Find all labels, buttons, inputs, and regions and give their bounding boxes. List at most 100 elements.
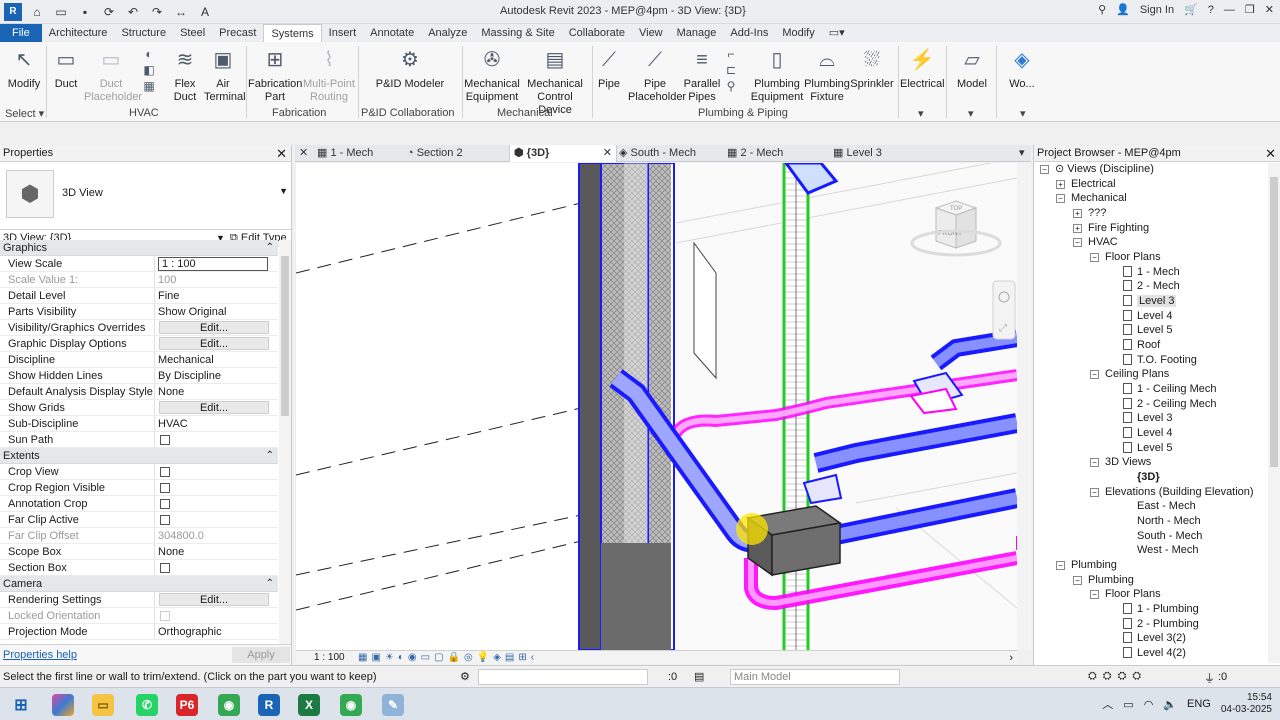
volume-icon[interactable]: 🔈 — [1163, 698, 1177, 711]
crop-icon[interactable]: ▭ — [421, 652, 430, 663]
highlight-icon[interactable]: ▤ — [505, 652, 514, 663]
group-camera[interactable]: Camera ⌃ — [0, 576, 278, 592]
tab-1-mech[interactable]: ▦ 1 - Mech — [317, 145, 373, 162]
visual-style-icon[interactable]: ▣ — [371, 652, 380, 663]
tree-views[interactable]: − ⊙ Views (Discipline) — [1040, 162, 1154, 177]
chrome-profile-icon[interactable]: ◉ — [340, 694, 362, 716]
detail-level-icon[interactable]: ▦ — [358, 652, 367, 663]
windows-start-icon[interactable]: ⊞ — [10, 694, 32, 716]
tree-ceiling-plans[interactable]: − Ceiling Plans — [1090, 367, 1169, 382]
tree-elevations[interactable]: − Elevations (Building Elevation) — [1090, 485, 1254, 500]
tree-view-item[interactable]: 1 - Plumbing — [1123, 602, 1199, 617]
sun-path-checkbox[interactable] — [160, 435, 170, 445]
prop-row[interactable]: Projection Mode Orthographic — [0, 624, 278, 640]
tree-view-item[interactable]: Level 5 — [1123, 441, 1172, 456]
tree-view-item[interactable]: Level 4 — [1123, 426, 1172, 441]
sync-icon[interactable]: ⟳ — [100, 3, 118, 21]
electrical-dropdown-icon[interactable]: ▾ — [918, 107, 924, 120]
tree-view-item-active[interactable]: {3D} — [1123, 470, 1160, 485]
tree-plumbing-floor-plans[interactable]: − Floor Plans — [1090, 587, 1161, 602]
browser-scrollbar[interactable] — [1268, 163, 1280, 663]
tree-3d-views[interactable]: −3D Views — [1090, 455, 1151, 470]
tab-structure[interactable]: Structure — [114, 24, 173, 42]
design-options-icon[interactable]: ▤ — [694, 670, 704, 683]
binoculars-icon[interactable]: ⚲ — [1098, 3, 1106, 16]
pipe-placeholder-button[interactable]: ⟋ Pipe Placeholder — [628, 46, 686, 104]
tab-3d[interactable]: ⬢ {3D} ✕ — [509, 145, 617, 162]
group-graphics[interactable]: Graphics ⌃ — [0, 240, 278, 256]
sprinkler-button[interactable]: ⛆ Sprinkler — [850, 46, 894, 91]
tree-view-item[interactable]: T.O. Footing — [1123, 353, 1197, 368]
ribbon-toggle-icon[interactable]: ▭▾ — [822, 24, 852, 42]
tab-manage[interactable]: Manage — [670, 24, 724, 42]
pid-modeler-button[interactable]: ⚙ P&ID Modeler — [370, 46, 450, 91]
tab-collaborate[interactable]: Collaborate — [562, 24, 632, 42]
tree-view-item[interactable]: Level 4 — [1123, 309, 1172, 324]
design-option-select[interactable]: Main Model — [730, 669, 900, 685]
crop-region-checkbox[interactable] — [160, 483, 170, 493]
tab-insert[interactable]: Insert — [322, 24, 364, 42]
tab-analyze[interactable]: Analyze — [421, 24, 474, 42]
tree-view-item[interactable]: North - Mech — [1123, 514, 1201, 529]
apply-button[interactable]: Apply — [232, 647, 290, 663]
prop-row[interactable]: Detail Level Fine — [0, 288, 278, 304]
p6-icon[interactable]: P6 — [176, 694, 198, 716]
crop-view-checkbox[interactable] — [160, 467, 170, 477]
prop-row[interactable]: Show Hidden Lines By Discipline — [0, 368, 278, 384]
type-selector[interactable]: ⬢ 3D View ▼ — [0, 162, 291, 230]
render-icon[interactable]: ◉ — [408, 652, 417, 663]
tree-view-item[interactable]: 1 - Mech — [1123, 265, 1180, 280]
model-button[interactable]: ▱ Model — [950, 46, 994, 91]
close-icon[interactable]: ✕ — [299, 145, 308, 162]
work-plane-button[interactable]: ◈ Wo... — [1000, 46, 1044, 91]
modify-button[interactable]: ↖ Modify — [4, 46, 44, 91]
sun-path-icon[interactable]: ☀ — [385, 652, 394, 663]
navigation-bar[interactable]: ⤢ — [992, 280, 1016, 340]
tree-view-item[interactable]: South - Mech — [1123, 529, 1202, 544]
canvas-scrollbar[interactable] — [1017, 163, 1031, 650]
annotation-crop-checkbox[interactable] — [160, 499, 170, 509]
copilot-icon[interactable] — [52, 694, 74, 716]
properties-scrollbar[interactable] — [279, 240, 291, 644]
tree-view-item[interactable]: East - Mech — [1123, 499, 1196, 514]
properties-help-link[interactable]: Properties help — [3, 649, 77, 661]
tab-add-ins[interactable]: Add-Ins — [723, 24, 775, 42]
far-clip-active-checkbox[interactable] — [160, 515, 170, 525]
graphic-display-edit-button[interactable]: Edit... — [159, 337, 269, 350]
view-scale-label[interactable]: 1 : 100 — [314, 652, 345, 663]
prop-row[interactable]: Sub-Discipline HVAC — [0, 416, 278, 432]
fabrication-part-button[interactable]: ⊞ Fabrication Part — [248, 46, 302, 104]
undo-icon[interactable]: ↶ — [124, 3, 142, 21]
open-icon[interactable]: ▭ — [52, 3, 70, 21]
group-extents[interactable]: Extents ⌃ — [0, 448, 278, 464]
tabs-menu-icon[interactable]: ▾ — [1019, 145, 1025, 162]
duct-fittings-small-buttons[interactable]: ◐ ◧ ▦ — [140, 46, 158, 94]
lock-view-icon[interactable]: 🔒 — [448, 652, 460, 663]
vg-overrides-edit-button[interactable]: Edit... — [159, 321, 269, 334]
close-button[interactable]: ✕ — [1265, 3, 1274, 16]
section-box-checkbox[interactable] — [160, 563, 170, 573]
plumbing-fixture-button[interactable]: ⌓ Plumbing Fixture — [804, 46, 850, 104]
battery-icon[interactable]: ▭ — [1123, 698, 1133, 711]
temp-hide-icon[interactable]: ◎ — [464, 652, 473, 663]
minimize-button[interactable]: — — [1224, 4, 1235, 16]
measure-icon[interactable]: ↔ — [172, 3, 190, 21]
scroll-right-icon[interactable]: › — [1009, 652, 1013, 664]
tree-view-item[interactable]: 2 - Plumbing — [1123, 617, 1199, 632]
air-terminal-button[interactable]: ▣ Air Terminal — [204, 46, 246, 104]
flex-duct-button[interactable]: ≋ Flex Duct — [166, 46, 204, 104]
tree-view-item[interactable]: Level 3(2) — [1123, 631, 1186, 646]
electrical-button[interactable]: ⚡ Electrical — [900, 46, 945, 91]
tab-south-mech[interactable]: ◈ South - Mech — [619, 145, 696, 162]
cart-icon[interactable]: 🛒 — [1184, 3, 1198, 16]
model-dropdown-icon[interactable]: ▾ — [968, 107, 974, 120]
revit-taskbar-icon[interactable]: R — [258, 694, 280, 716]
user-icon[interactable]: 👤 — [1116, 3, 1130, 16]
reveal-hidden-icon[interactable]: 💡 — [477, 652, 489, 663]
text-icon[interactable]: A — [196, 3, 214, 21]
filter-icon[interactable]: ⏚ — [1204, 670, 1215, 686]
selection-filter-icons[interactable]: ⛭⛭⛭⛭ — [1088, 670, 1147, 683]
tree-unknown[interactable]: +??? — [1073, 206, 1106, 221]
plumbing-equipment-button[interactable]: ▯ Plumbing Equipment — [750, 46, 804, 104]
tree-view-item[interactable]: Roof — [1123, 338, 1160, 353]
